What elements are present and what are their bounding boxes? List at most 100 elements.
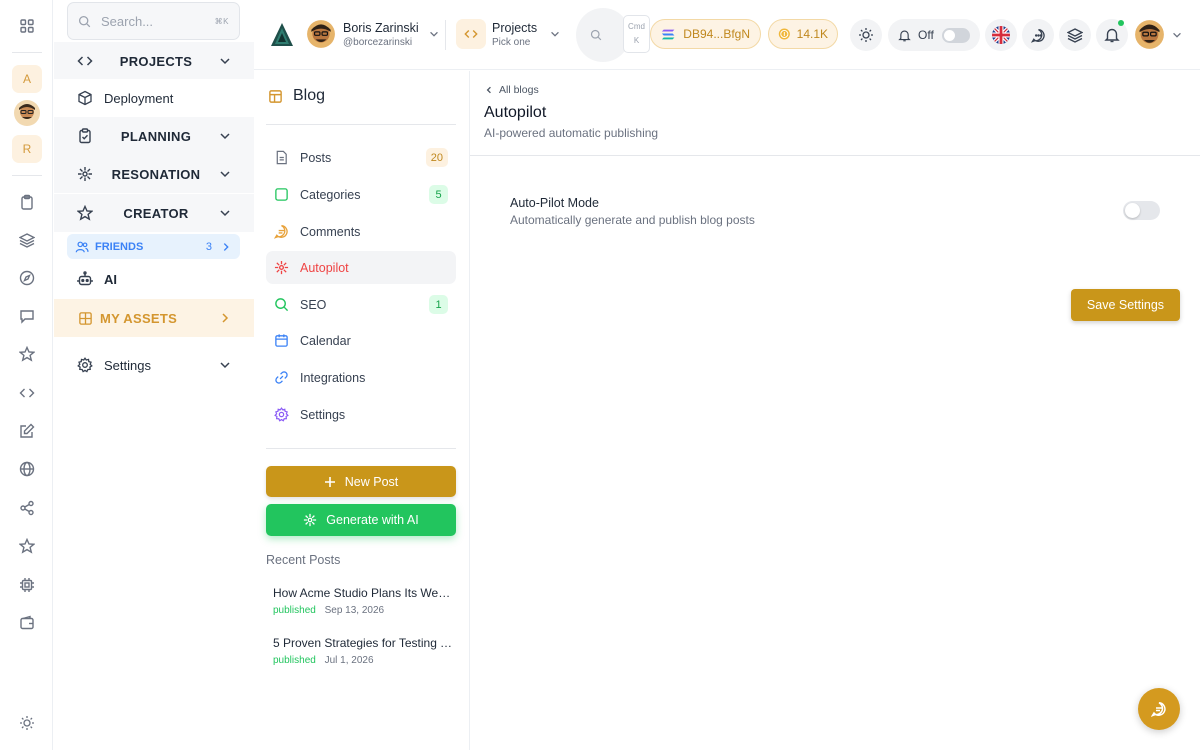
code-icon	[456, 19, 486, 49]
recent-posts-heading: Recent Posts	[266, 553, 341, 567]
new-post-label: New Post	[344, 474, 399, 489]
chevron-left-icon	[486, 86, 491, 94]
coins-button[interactable]: 14.1K	[768, 19, 838, 49]
projects-sub: Pick one	[492, 36, 531, 48]
blog-nav-categories[interactable]: Categories 5	[266, 178, 456, 211]
chevron-right-icon	[223, 242, 229, 251]
blog-nav-seo[interactable]: SEO 1	[266, 288, 456, 321]
user-name: Boris Zarinski	[343, 20, 419, 35]
notify-switch[interactable]	[941, 27, 970, 43]
blog-title: Blog	[293, 87, 326, 104]
nav-item-deployment[interactable]: Deployment	[54, 79, 254, 117]
blog-nav-autopilot[interactable]: Autopilot	[266, 251, 456, 284]
recent-post-status: published	[273, 655, 316, 666]
nav-section-resonation[interactable]: RESONATION	[54, 155, 254, 193]
wallet-button[interactable]: DB94...BfgN	[650, 19, 761, 49]
blog-nav-integrations[interactable]: Integrations	[266, 361, 456, 394]
language-button[interactable]	[985, 19, 1017, 51]
user-menu[interactable]: Boris Zarinski @borcezarinski	[306, 19, 440, 49]
back-to-blogs-link[interactable]: All blogs	[484, 84, 539, 96]
share-icon[interactable]	[13, 494, 41, 522]
notify-status: Off	[918, 28, 934, 42]
wallet-icon[interactable]	[13, 609, 41, 637]
nav-section-planning[interactable]: PLANNING	[54, 117, 254, 155]
generate-ai-button[interactable]: Generate with AI	[266, 504, 456, 536]
globe-icon[interactable]	[13, 455, 41, 483]
chip-icon[interactable]	[13, 571, 41, 599]
code-icon[interactable]	[13, 379, 41, 407]
save-settings-button[interactable]: Save Settings	[1071, 289, 1180, 321]
grid-icon[interactable]	[13, 12, 41, 40]
nav-section-projects[interactable]: PROJECTS	[54, 42, 254, 80]
users-icon	[75, 241, 89, 252]
global-search-button[interactable]	[576, 8, 630, 62]
friends-count: 3	[205, 240, 212, 253]
gear-icon	[274, 407, 289, 422]
brand-logo[interactable]	[270, 22, 294, 48]
clipboard-icon[interactable]	[13, 188, 41, 216]
recent-post-item[interactable]: How Acme Studio Plans Its Weekly Content…	[273, 586, 453, 616]
top-bar: Boris Zarinski @borcezarinski Projects P…	[254, 0, 1200, 70]
compass-icon[interactable]	[13, 264, 41, 292]
message-icon[interactable]	[13, 302, 41, 330]
project-picker[interactable]: Projects Pick one	[456, 19, 561, 49]
messages-button[interactable]	[1022, 19, 1054, 51]
blog-nav-label: Categories	[300, 187, 361, 202]
solana-icon	[661, 29, 675, 39]
profile-menu[interactable]	[1134, 19, 1183, 50]
robot-icon	[76, 270, 94, 288]
workspace-avatar[interactable]	[13, 99, 41, 127]
recent-post-item[interactable]: 5 Proven Strategies for Testing Your Blo…	[273, 636, 453, 666]
sun-icon	[859, 28, 873, 42]
link-icon	[275, 371, 288, 384]
nav-item-ai[interactable]: AI	[54, 260, 254, 298]
workspace-a-button[interactable]: A	[12, 65, 42, 93]
blog-nav-settings[interactable]: Settings	[266, 398, 456, 431]
nav-section-label: CREATOR	[123, 205, 189, 221]
blog-nav-comments[interactable]: Comments	[266, 215, 456, 248]
wallet-address: DB94...BfgN	[683, 27, 750, 41]
subnav-divider	[266, 124, 456, 125]
star-icon[interactable]	[13, 340, 41, 368]
nav-item-friends[interactable]: FRIENDS 3	[67, 234, 240, 259]
file-icon	[276, 150, 287, 165]
blog-nav-calendar[interactable]: Calendar	[266, 324, 456, 357]
notifications-button[interactable]	[1096, 19, 1128, 51]
seo-count-badge: 1	[429, 295, 448, 314]
kbd-k: K	[633, 36, 640, 45]
avatar	[1135, 20, 1164, 49]
edit-icon[interactable]	[13, 417, 41, 445]
nav-search-input[interactable]: Search... ⌘K	[67, 2, 240, 40]
support-chat-button[interactable]	[1138, 688, 1180, 730]
coin-icon	[778, 28, 790, 40]
autopilot-mode-toggle[interactable]	[1123, 201, 1160, 220]
autopilot-page: All blogs Autopilot AI-powered automatic…	[470, 71, 1200, 750]
nav-section-creator[interactable]: CREATOR	[54, 194, 254, 232]
sun-icon[interactable]	[13, 709, 41, 737]
star-icon[interactable]	[13, 532, 41, 560]
nav-item-my-assets[interactable]: MY ASSETS	[54, 299, 254, 337]
recent-post-title: How Acme Studio Plans Its Weekly Content	[273, 586, 453, 600]
new-post-button[interactable]: New Post	[266, 466, 456, 497]
chevron-down-icon	[218, 358, 232, 372]
nav-item-label: AI	[104, 271, 117, 287]
gear-icon	[76, 356, 94, 374]
layout-icon	[269, 89, 282, 103]
theme-toggle-button[interactable]	[850, 19, 882, 51]
notifications-toggle[interactable]: Off	[888, 19, 980, 51]
sparkle-icon	[304, 513, 317, 527]
uk-flag-icon	[992, 26, 1010, 44]
grid-icon	[76, 309, 94, 327]
chevron-down-icon	[1173, 32, 1181, 38]
toggle-knob	[1125, 203, 1140, 218]
blog-header: Blog	[268, 87, 325, 105]
workspace-r-button[interactable]: R	[12, 135, 42, 163]
nav-item-settings[interactable]: Settings	[54, 346, 254, 384]
layers-icon[interactable]	[13, 226, 41, 254]
blog-nav-label: Posts	[300, 150, 332, 165]
blog-nav-posts[interactable]: Posts 20	[266, 141, 456, 174]
layers-button[interactable]	[1059, 19, 1091, 51]
calendar-icon	[275, 334, 288, 347]
bell-icon	[1104, 28, 1120, 43]
chevron-down-icon	[429, 31, 438, 37]
